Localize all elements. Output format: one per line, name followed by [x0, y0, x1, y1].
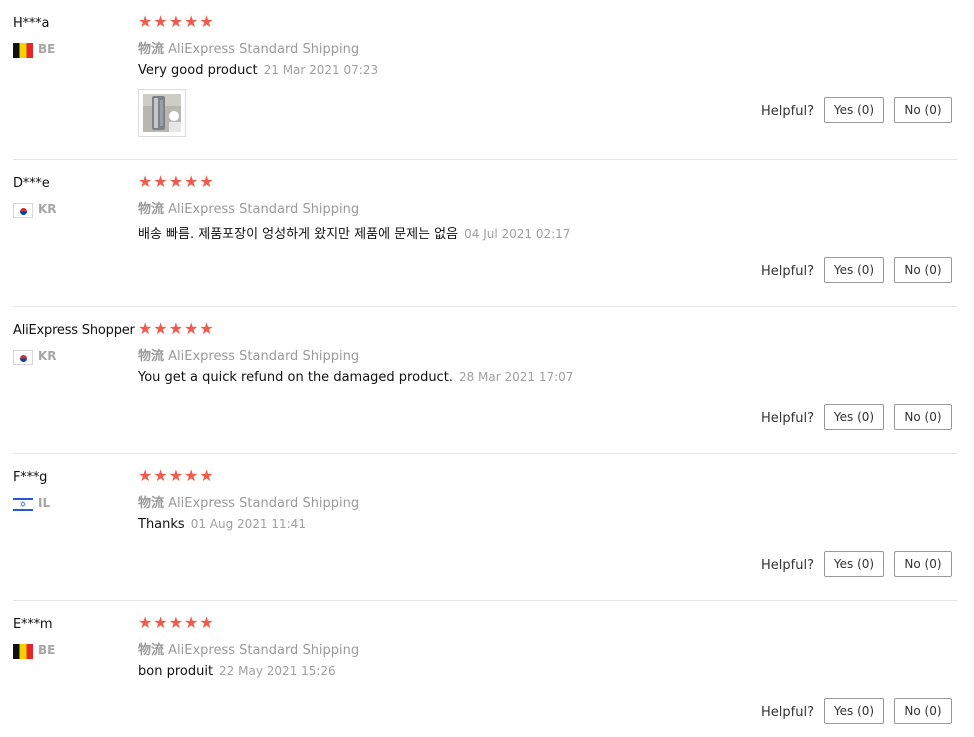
star-icon: ★: [138, 12, 154, 31]
review-content: You get a quick refund on the damaged pr…: [138, 370, 573, 385]
review-divider: [13, 306, 957, 307]
helpful-no-button[interactable]: No (0): [894, 551, 952, 577]
star-icon: ★: [153, 12, 169, 31]
helpful-yes-button[interactable]: Yes (0): [824, 551, 884, 577]
helpful-no-button[interactable]: No (0): [894, 698, 952, 724]
star-rating: ★★★★★: [138, 12, 215, 31]
country-code: BE: [38, 42, 56, 56]
star-icon: ★: [184, 613, 200, 632]
star-icon: ★: [184, 12, 200, 31]
product-photo-image: [143, 94, 181, 132]
country-code: KR: [38, 202, 57, 216]
helpful-yes-button[interactable]: Yes (0): [824, 404, 884, 430]
reviewer-name: H***a: [13, 16, 50, 31]
review-date: 01 Aug 2021 11:41: [190, 517, 306, 531]
korea-flag-icon: [13, 350, 33, 365]
star-icon: ★: [138, 466, 154, 485]
review-date: 22 May 2021 15:26: [219, 664, 336, 678]
star-icon: ★: [168, 12, 185, 31]
star-icon: ★: [138, 613, 154, 632]
review-content: bon produit 22 May 2021 15:26: [138, 664, 336, 679]
star-rating: ★★★★★: [138, 172, 215, 191]
review-content: Thanks 01 Aug 2021 11:41: [138, 517, 306, 532]
star-icon: ★: [168, 172, 185, 191]
reviewer-name: E***m: [13, 617, 53, 632]
star-rating: ★★★★★: [138, 466, 215, 485]
review-content: Very good product 21 Mar 2021 07:23: [138, 63, 378, 78]
country-code: KR: [38, 349, 57, 363]
star-icon: ★: [153, 466, 169, 485]
star-icon: ★: [153, 613, 169, 632]
review-date: 21 Mar 2021 07:23: [263, 63, 379, 77]
review-date: 28 Mar 2021 17:07: [458, 370, 574, 384]
helpful-yes-button[interactable]: Yes (0): [824, 257, 884, 283]
logistics-value: AliExpress Standard Shipping: [168, 496, 360, 511]
helpful-no-button[interactable]: No (0): [894, 257, 952, 283]
review-content: 배송 빠름. 제품포장이 엉성하게 왔지만 제품에 문제는 없음 04 Jul 2…: [138, 223, 570, 242]
star-icon: ★: [199, 12, 215, 31]
star-rating: ★★★★★: [138, 613, 215, 632]
logistics-label: 物流: [138, 349, 165, 364]
israel-flag-icon: [13, 497, 33, 512]
star-icon: ★: [168, 613, 185, 632]
logistics-info: 物流 AliExpress Standard Shipping: [138, 492, 359, 511]
review-photo-thumbnail[interactable]: [138, 89, 186, 137]
review-divider: [13, 600, 957, 601]
helpful-no-button[interactable]: No (0): [894, 97, 952, 123]
star-icon: ★: [168, 319, 185, 338]
star-icon: ★: [199, 319, 215, 338]
logistics-label: 物流: [138, 496, 165, 511]
star-icon: ★: [153, 172, 169, 191]
logistics-value: AliExpress Standard Shipping: [168, 202, 360, 217]
star-icon: ★: [138, 319, 154, 338]
logistics-label: 物流: [138, 42, 165, 57]
helpful-label: Helpful?: [761, 104, 814, 119]
logistics-value: AliExpress Standard Shipping: [168, 42, 360, 57]
review-list: H***a BE ★★★★★ 物流 AliExpress Standard Sh…: [0, 0, 974, 737]
star-icon: ★: [199, 613, 215, 632]
review-text: 배송 빠름. 제품포장이 엉성하게 왔지만 제품에 문제는 없음: [138, 227, 459, 242]
review-text: You get a quick refund on the damaged pr…: [138, 370, 453, 385]
logistics-info: 物流 AliExpress Standard Shipping: [138, 198, 359, 217]
korea-flag-icon: [13, 203, 33, 218]
logistics-value: AliExpress Standard Shipping: [168, 349, 360, 364]
reviewer-name: D***e: [13, 176, 50, 191]
star-icon: ★: [153, 319, 169, 338]
logistics-info: 物流 AliExpress Standard Shipping: [138, 345, 359, 364]
helpful-yes-button[interactable]: Yes (0): [824, 97, 884, 123]
logistics-value: AliExpress Standard Shipping: [168, 643, 360, 658]
helpful-label: Helpful?: [761, 558, 814, 573]
star-rating: ★★★★★: [138, 319, 215, 338]
review-text: Thanks: [138, 517, 185, 532]
review-divider: [13, 453, 957, 454]
logistics-info: 物流 AliExpress Standard Shipping: [138, 639, 359, 658]
review-date: 04 Jul 2021 02:17: [464, 227, 571, 241]
helpful-label: Helpful?: [761, 264, 814, 279]
review-text: Very good product: [138, 63, 258, 78]
star-icon: ★: [199, 466, 215, 485]
star-icon: ★: [184, 319, 200, 338]
star-icon: ★: [184, 466, 200, 485]
logistics-label: 物流: [138, 643, 165, 658]
country-code: IL: [38, 496, 51, 510]
star-icon: ★: [184, 172, 200, 191]
logistics-label: 物流: [138, 202, 165, 217]
star-icon: ★: [199, 172, 215, 191]
belgium-flag-icon: [13, 43, 33, 58]
helpful-yes-button[interactable]: Yes (0): [824, 698, 884, 724]
star-icon: ★: [138, 172, 154, 191]
belgium-flag-icon: [13, 644, 33, 659]
reviewer-name: AliExpress Shopper: [13, 323, 135, 338]
logistics-info: 物流 AliExpress Standard Shipping: [138, 38, 359, 57]
star-icon: ★: [168, 466, 185, 485]
review-divider: [13, 159, 957, 160]
reviewer-name: F***g: [13, 470, 48, 485]
review-text: bon produit: [138, 664, 214, 679]
country-code: BE: [38, 643, 56, 657]
helpful-label: Helpful?: [761, 411, 814, 426]
helpful-label: Helpful?: [761, 705, 814, 720]
helpful-no-button[interactable]: No (0): [894, 404, 952, 430]
